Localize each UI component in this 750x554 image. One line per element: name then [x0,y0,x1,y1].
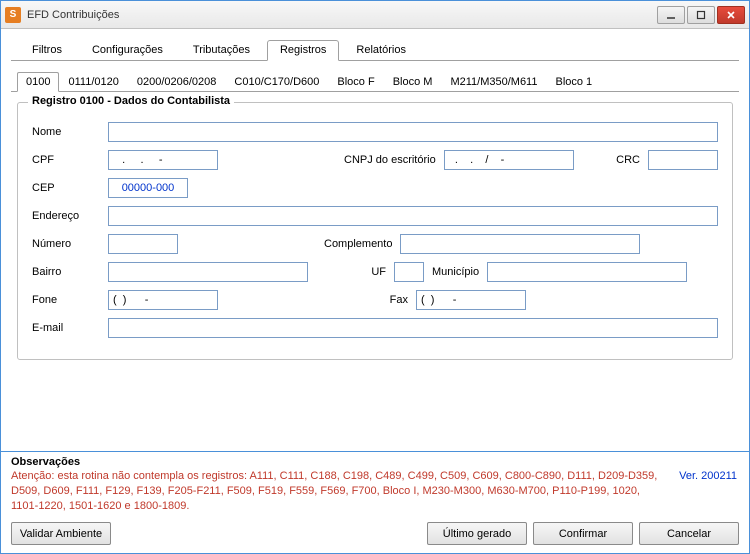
cep-label: CEP [32,182,100,194]
subtab-0111-0120[interactable]: 0111/0120 [59,72,127,91]
subtab-m211-m350-m611[interactable]: M211/M350/M611 [441,72,546,91]
main-tabs: Filtros Configurações Tributações Regist… [11,37,739,61]
numero-input[interactable] [108,234,178,254]
maximize-button[interactable] [687,6,715,24]
groupbox-registro-0100: Registro 0100 - Dados do Contabilista No… [17,102,733,360]
window-buttons [657,6,745,24]
complemento-input[interactable] [400,234,640,254]
bairro-label: Bairro [32,266,100,278]
cpf-input[interactable] [108,150,218,170]
confirmar-button[interactable]: Confirmar [533,522,633,545]
app-window: S EFD Contribuições Filtros Configuraçõe… [0,0,750,554]
footer: Validar Ambiente Último gerado Confirmar… [1,516,749,553]
fone-input[interactable] [108,290,218,310]
endereco-input[interactable] [108,206,718,226]
nome-label: Nome [32,126,100,138]
validar-ambiente-button[interactable]: Validar Ambiente [11,522,111,545]
observations-section: Observações Atenção: esta rotina não con… [1,451,749,516]
email-label: E-mail [32,322,100,334]
groupbox-legend: Registro 0100 - Dados do Contabilista [28,95,234,107]
fax-input[interactable] [416,290,526,310]
tab-configuracoes[interactable]: Configurações [79,40,176,60]
observations-body: Atenção: esta rotina não contempla os re… [11,469,739,514]
form-area: Registro 0100 - Dados do Contabilista No… [11,92,739,451]
cpf-label: CPF [32,154,100,166]
app-icon: S [5,7,21,23]
subtab-c010-c170-d600[interactable]: C010/C170/D600 [225,72,328,91]
close-button[interactable] [717,6,745,24]
municipio-label: Município [432,266,479,278]
tab-tributacoes[interactable]: Tributações [180,40,263,60]
fax-label: Fax [384,294,408,306]
cep-input[interactable] [108,178,188,198]
crc-label: CRC [616,154,640,166]
window-title: EFD Contribuições [27,9,657,21]
endereco-label: Endereço [32,210,100,222]
numero-label: Número [32,238,100,250]
complemento-label: Complemento [324,238,392,250]
subtab-0100[interactable]: 0100 [17,72,59,92]
municipio-input[interactable] [487,262,687,282]
subtab-bloco-f[interactable]: Bloco F [328,72,383,91]
nome-input[interactable] [108,122,718,142]
cancelar-button[interactable]: Cancelar [639,522,739,545]
tab-filtros[interactable]: Filtros [19,40,75,60]
email-input[interactable] [108,318,718,338]
bairro-input[interactable] [108,262,308,282]
sub-tabs: 0100 0111/0120 0200/0206/0208 C010/C170/… [11,69,739,92]
version-label: Ver. 200211 [679,470,737,482]
content-area: Filtros Configurações Tributações Regist… [1,29,749,451]
ultimo-gerado-button[interactable]: Último gerado [427,522,527,545]
crc-input[interactable] [648,150,718,170]
tab-relatorios[interactable]: Relatórios [343,40,419,60]
titlebar: S EFD Contribuições [1,1,749,29]
fone-label: Fone [32,294,100,306]
cnpj-label: CNPJ do escritório [344,154,436,166]
subtab-bloco-1[interactable]: Bloco 1 [546,72,601,91]
observations-title: Observações [11,456,739,468]
tab-registros[interactable]: Registros [267,40,339,61]
subtab-0200-0206-0208[interactable]: 0200/0206/0208 [128,72,226,91]
minimize-button[interactable] [657,6,685,24]
uf-input[interactable] [394,262,424,282]
cnpj-input[interactable] [444,150,574,170]
uf-label: UF [366,266,386,278]
subtab-bloco-m[interactable]: Bloco M [384,72,442,91]
